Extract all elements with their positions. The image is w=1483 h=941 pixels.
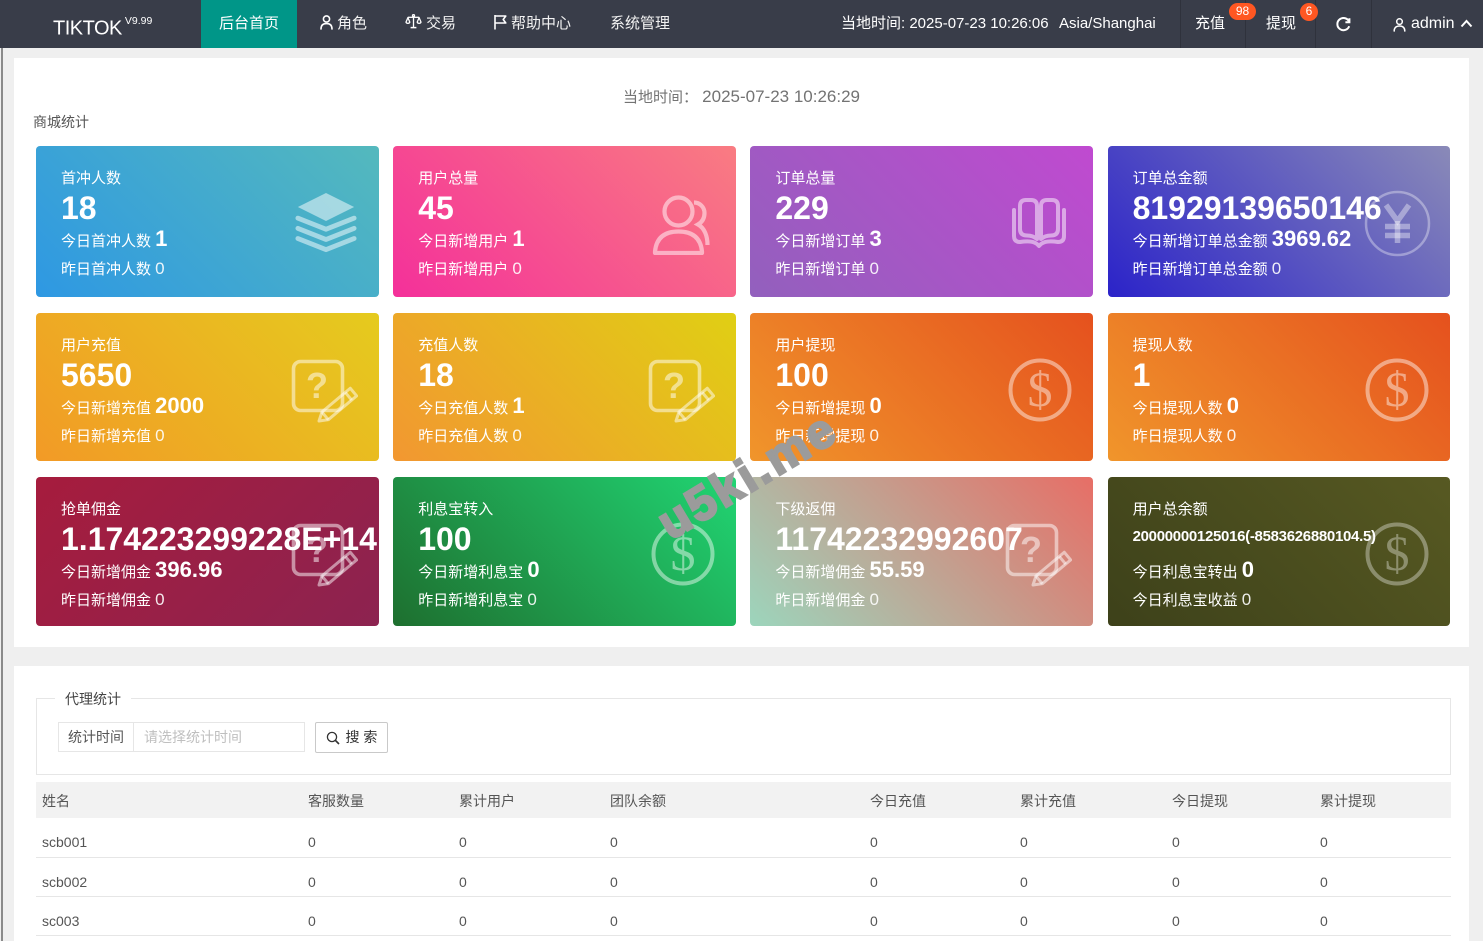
svg-text:$: $ bbox=[1385, 361, 1410, 417]
svg-text:?: ? bbox=[663, 365, 685, 406]
svg-text:$: $ bbox=[670, 525, 695, 581]
svg-text:?: ? bbox=[1020, 529, 1042, 570]
svg-text:$: $ bbox=[1385, 525, 1410, 581]
svg-text:$: $ bbox=[1028, 361, 1053, 417]
svg-text:?: ? bbox=[306, 365, 328, 406]
svg-text:?: ? bbox=[306, 529, 328, 570]
